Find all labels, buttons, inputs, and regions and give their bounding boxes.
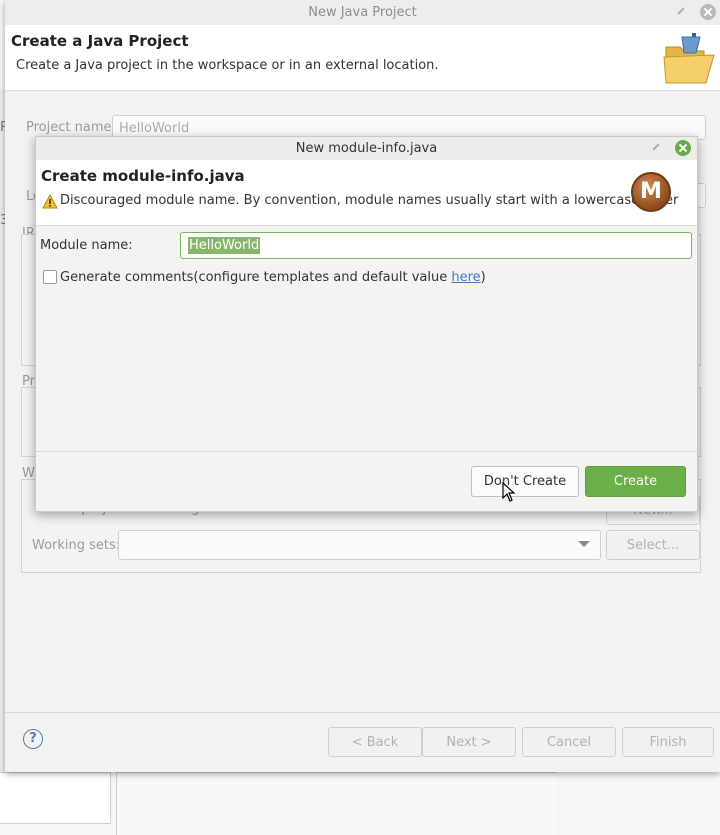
dialog-window-controls <box>649 140 691 156</box>
dialog-titlebar[interactable]: New module-info.java <box>36 137 697 161</box>
generate-comments-suffix: ) <box>480 270 486 285</box>
restore-icon[interactable] <box>649 140 665 156</box>
generate-comments-checkbox[interactable] <box>43 270 57 284</box>
java-project-folder-icon <box>663 33 715 84</box>
warning-icon <box>42 194 58 209</box>
configure-templates-link[interactable]: here <box>451 270 480 285</box>
dialog-header-title: Create module-info.java <box>41 167 245 185</box>
restore-icon[interactable] <box>674 4 690 20</box>
wizard-bottom-divider <box>5 712 720 713</box>
working-sets-combo[interactable] <box>118 530 601 560</box>
wizard-header-description: Create a Java project in the workspace o… <box>16 58 439 73</box>
dialog-warning-message: Discouraged module name. By convention, … <box>60 193 679 208</box>
wizard-window-title: New Java Project <box>308 5 417 20</box>
dialog-divider <box>36 451 697 452</box>
dialog-header: Create module-info.java Discouraged modu… <box>36 160 697 226</box>
close-icon[interactable] <box>675 140 691 156</box>
cancel-button[interactable]: Cancel <box>522 727 616 757</box>
generate-comments-label: Generate comments(configure templates an… <box>60 270 486 285</box>
module-name-label: Module name: <box>40 238 133 253</box>
select-working-sets-button[interactable]: Select... <box>606 530 700 560</box>
wizard-window-controls <box>674 4 716 20</box>
next-button[interactable]: Next > <box>422 727 516 757</box>
wizard-header: Create a Java Project Create a Java proj… <box>5 25 720 91</box>
working-sets-label: Working sets: <box>32 538 121 553</box>
new-module-info-dialog: New module-info.java Create module-info.… <box>35 136 698 512</box>
dont-create-button[interactable]: Don't Create <box>471 466 579 497</box>
generate-comments-text: Generate comments(configure templates an… <box>60 270 452 285</box>
module-name-value: HelloWorld <box>188 237 261 254</box>
dialog-window-title: New module-info.java <box>295 141 438 156</box>
module-name-input[interactable]: HelloWorld <box>180 232 692 259</box>
finish-button[interactable]: Finish <box>622 727 714 757</box>
help-icon[interactable]: ? <box>23 729 43 749</box>
wizard-header-title: Create a Java Project <box>11 32 189 50</box>
project-name-label: Project name: <box>26 120 116 135</box>
module-icon: M <box>631 172 671 212</box>
ide-background-panel-right <box>116 772 557 835</box>
ide-background-panel-left <box>0 772 111 824</box>
back-button[interactable]: < Back <box>328 727 422 757</box>
mouse-cursor-icon <box>502 482 516 502</box>
close-icon[interactable] <box>700 4 716 20</box>
create-button[interactable]: Create <box>585 466 686 497</box>
wizard-titlebar[interactable]: New Java Project <box>5 0 720 25</box>
chevron-down-icon <box>578 541 590 547</box>
